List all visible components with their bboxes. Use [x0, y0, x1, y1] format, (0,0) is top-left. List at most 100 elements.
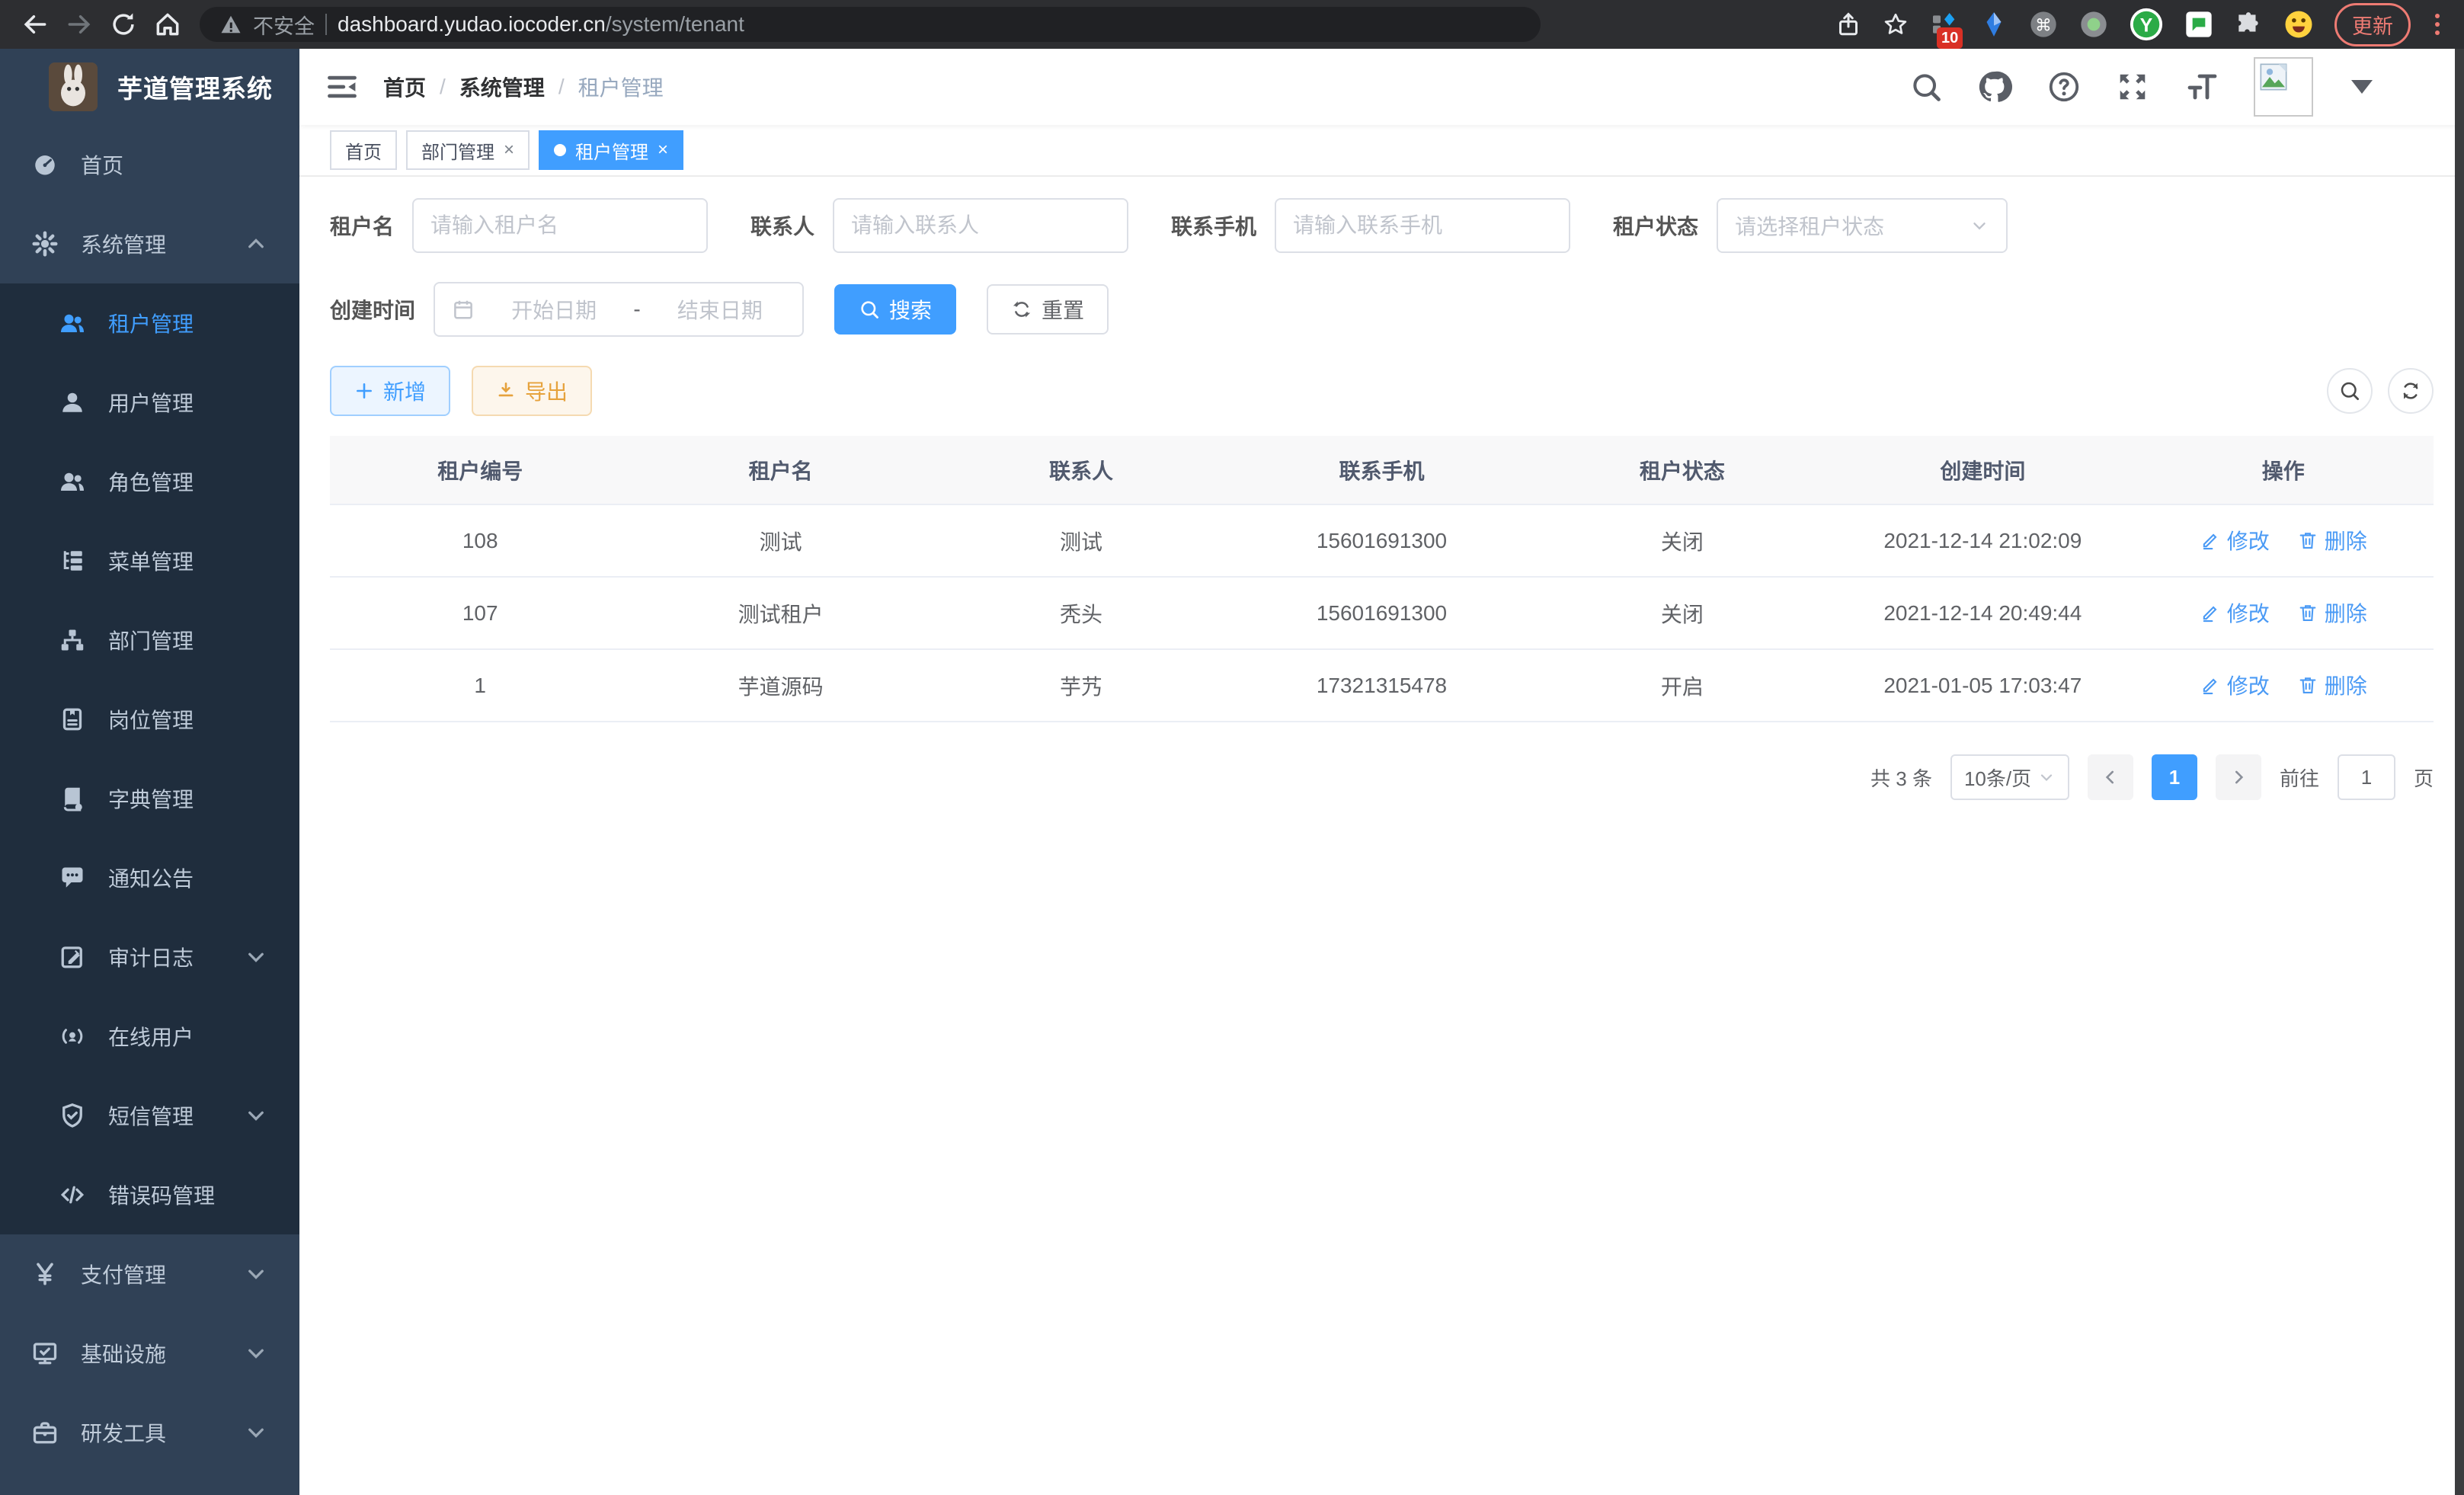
page-number-1[interactable]: 1 — [2152, 754, 2197, 800]
filter-tenant-name: 租户名 — [330, 198, 708, 253]
date-range-picker[interactable]: 开始日期 - 结束日期 — [434, 282, 804, 337]
tab-租户管理[interactable]: 租户管理× — [539, 130, 683, 170]
sidebar-item-用户管理[interactable]: 用户管理 — [0, 363, 299, 442]
sms-shield-icon — [58, 1102, 87, 1129]
sidebar-item-角色管理[interactable]: 角色管理 — [0, 442, 299, 521]
tenant-name-input[interactable] — [430, 213, 690, 238]
sidebar-item-在线用户[interactable]: 在线用户 — [0, 997, 299, 1076]
edit-row-button[interactable]: 修改 — [2200, 670, 2270, 700]
tenant-name-label: 租户名 — [330, 210, 394, 241]
tab-部门管理[interactable]: 部门管理× — [406, 130, 530, 170]
next-page-button[interactable] — [2216, 754, 2261, 800]
date-start-placeholder: 开始日期 — [488, 294, 619, 325]
search-button[interactable]: 搜索 — [834, 284, 956, 335]
header-search-icon[interactable] — [1909, 70, 1943, 104]
github-icon[interactable] — [1976, 69, 2013, 105]
date-end-placeholder: 结束日期 — [654, 294, 786, 325]
browser-actions: 10 ⌘ Y 更新 — [1835, 3, 2447, 46]
extension-kite-icon[interactable] — [1979, 10, 2008, 39]
extension-command-icon[interactable]: ⌘ — [2028, 9, 2059, 40]
font-size-icon[interactable] — [2184, 69, 2220, 105]
edit-row-button[interactable]: 修改 — [2200, 525, 2270, 555]
fullscreen-icon[interactable] — [2115, 69, 2150, 104]
svg-text:⌘: ⌘ — [2035, 16, 2052, 35]
contact-input[interactable] — [851, 213, 1110, 238]
chrome-update-button[interactable]: 更新 — [2334, 3, 2411, 46]
sidebar-collapse-icon[interactable] — [324, 69, 360, 105]
extension-y-icon[interactable]: Y — [2129, 7, 2164, 42]
edit-row-button[interactable]: 修改 — [2200, 597, 2270, 628]
breadcrumb-separator: / — [558, 75, 565, 99]
extensions-puzzle-icon[interactable] — [2234, 10, 2263, 39]
breadcrumb-item[interactable]: 首页 — [383, 72, 426, 102]
sidebar-item-审计日志[interactable]: 审计日志 — [0, 917, 299, 997]
tab-close-icon[interactable]: × — [658, 139, 668, 161]
avatar-dropdown-icon[interactable] — [2351, 80, 2373, 94]
sidebar-item-label: 错误码管理 — [108, 1180, 215, 1210]
extension-green-dot-icon[interactable] — [2078, 9, 2109, 40]
reset-button[interactable]: 重置 — [987, 284, 1109, 335]
audit-log-icon — [58, 943, 87, 971]
extension-chat-icon[interactable] — [2184, 9, 2214, 40]
sidebar-item-错误码管理[interactable]: 错误码管理 — [0, 1155, 299, 1234]
browser-back-icon[interactable] — [17, 6, 53, 43]
sidebar-item-支付管理[interactable]: 支付管理 — [0, 1234, 299, 1314]
filter-create-time: 创建时间 开始日期 - 结束日期 — [330, 282, 804, 337]
sidebar-item-基础设施[interactable]: 基础设施 — [0, 1314, 299, 1393]
delete-trash-icon — [2297, 530, 2318, 551]
cell-status: 关闭 — [1532, 504, 1832, 577]
tab-close-icon[interactable]: × — [504, 139, 514, 161]
cell-status: 开启 — [1532, 649, 1832, 722]
page-size-select[interactable]: 10条/页 — [1950, 754, 2069, 800]
sidebar-item-短信管理[interactable]: 短信管理 — [0, 1076, 299, 1155]
delete-row-button[interactable]: 删除 — [2297, 597, 2367, 628]
sidebar-item-租户管理[interactable]: 租户管理 — [0, 283, 299, 363]
page-url[interactable]: dashboard.yudao.iocoder.cn/system/tenant — [338, 12, 744, 37]
goto-page-input[interactable] — [2338, 754, 2395, 800]
prev-page-button[interactable] — [2088, 754, 2133, 800]
avatar[interactable] — [2254, 57, 2313, 117]
column-header: 租户编号 — [330, 436, 630, 504]
address-bar[interactable]: 不安全 dashboard.yudao.iocoder.cn/system/te… — [200, 7, 1541, 42]
sidebar-item-部门管理[interactable]: 部门管理 — [0, 600, 299, 680]
chevron-left-icon — [2101, 767, 2120, 787]
app-logo — [49, 62, 98, 111]
chevron-up-icon — [242, 230, 270, 258]
share-icon[interactable] — [1835, 11, 1862, 38]
browser-forward-icon[interactable] — [61, 6, 98, 43]
insecure-warning-icon[interactable] — [219, 13, 242, 36]
delete-row-button[interactable]: 删除 — [2297, 670, 2367, 700]
sidebar-item-label: 菜单管理 — [108, 546, 194, 576]
org-chart-icon — [58, 626, 87, 654]
sidebar-item-菜单管理[interactable]: 菜单管理 — [0, 521, 299, 600]
cell-actions: 修改删除 — [2133, 577, 2434, 649]
breadcrumb-item[interactable]: 系统管理 — [459, 72, 545, 102]
toggle-search-button[interactable] — [2327, 368, 2373, 414]
tab-首页[interactable]: 首页 — [330, 130, 397, 170]
update-label: 更新 — [2352, 10, 2393, 40]
sidebar-item-岗位管理[interactable]: 岗位管理 — [0, 680, 299, 759]
sidebar-item-系统管理[interactable]: 系统管理 — [0, 204, 299, 283]
bookmark-star-icon[interactable] — [1882, 11, 1909, 38]
browser-menu-icon[interactable] — [2430, 14, 2444, 35]
delete-row-button[interactable]: 删除 — [2297, 525, 2367, 555]
status-select[interactable]: 请选择租户状态 — [1717, 198, 2008, 253]
app-logo-row[interactable]: 芋道管理系统 — [0, 49, 299, 125]
extension-emoji-icon[interactable] — [2283, 8, 2315, 40]
sidebar-item-通知公告[interactable]: 通知公告 — [0, 838, 299, 917]
extension-tasks-icon[interactable]: 10 — [1929, 9, 1960, 40]
browser-home-icon[interactable] — [149, 6, 186, 43]
phone-input[interactable] — [1293, 213, 1552, 238]
sidebar-item-首页[interactable]: 首页 — [0, 125, 299, 204]
page-suffix: 页 — [2414, 764, 2434, 792]
help-icon[interactable] — [2046, 69, 2082, 104]
sidebar-item-字典管理[interactable]: 字典管理 — [0, 759, 299, 838]
sidebar-menu: 首页系统管理租户管理用户管理角色管理菜单管理部门管理岗位管理字典管理通知公告审计… — [0, 125, 299, 1472]
security-label[interactable]: 不安全 — [253, 10, 315, 40]
refresh-table-button[interactable] — [2388, 368, 2434, 414]
sidebar-item-研发工具[interactable]: 研发工具 — [0, 1393, 299, 1472]
export-button[interactable]: 导出 — [472, 366, 592, 416]
add-button[interactable]: 新增 — [330, 366, 450, 416]
breadcrumb: 首页/系统管理/租户管理 — [383, 72, 664, 102]
browser-reload-icon[interactable] — [105, 6, 142, 43]
